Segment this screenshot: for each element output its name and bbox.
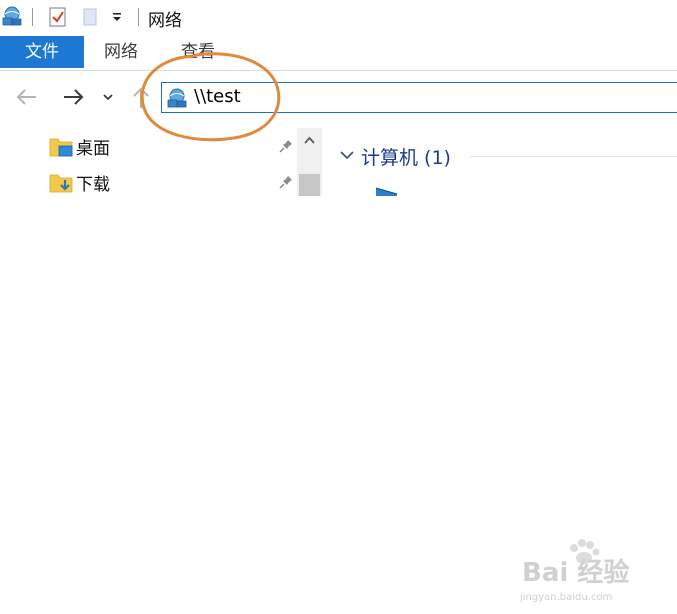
- downloads-folder-icon: [49, 174, 73, 193]
- pin-icon[interactable]: [278, 174, 294, 190]
- toolbar-separator: [138, 8, 139, 26]
- watermark-logo: Bai 经验 jingyan.baidu.com: [518, 538, 668, 608]
- network-icon[interactable]: [0, 4, 24, 28]
- navigation-pane: 桌面 下载: [0, 122, 325, 200]
- watermark-url: jingyan.baidu.com: [520, 592, 613, 603]
- scroll-up-arrow-icon[interactable]: [297, 128, 322, 154]
- pin-icon[interactable]: [278, 138, 294, 154]
- forward-arrow-icon[interactable]: [60, 82, 86, 112]
- customize-toolbar-dropdown-icon[interactable]: [111, 11, 123, 23]
- group-header-computers[interactable]: 计算机 (1): [336, 140, 677, 174]
- computer-icon[interactable]: [373, 184, 403, 196]
- chevron-down-icon[interactable]: [338, 146, 356, 164]
- back-arrow-icon[interactable]: [14, 82, 40, 112]
- tab-network[interactable]: 网络: [104, 36, 138, 68]
- nav-item-label: 下载: [76, 175, 110, 195]
- properties-icon[interactable]: [48, 6, 68, 28]
- recent-locations-chevron-icon[interactable]: [98, 82, 118, 112]
- group-title: 计算机 (1): [361, 147, 451, 169]
- nav-item-label: 桌面: [76, 139, 110, 159]
- window-title: 网络: [148, 11, 182, 31]
- toolbar-separator: [32, 8, 33, 26]
- tab-file[interactable]: 文件: [0, 36, 84, 68]
- desktop-folder-icon: [49, 138, 73, 157]
- watermark-brand: Bai 经验: [522, 558, 630, 588]
- group-divider: [470, 156, 677, 157]
- navigation-bar: \\test: [0, 74, 677, 122]
- nav-pane-scrollbar[interactable]: [297, 128, 322, 196]
- scrollbar-thumb[interactable]: [299, 174, 320, 196]
- ribbon-tabs: 文件 网络 查看: [0, 36, 677, 71]
- new-folder-icon[interactable]: [82, 7, 98, 27]
- nav-item-desktop[interactable]: 桌面: [48, 130, 298, 162]
- nav-item-downloads[interactable]: 下载: [48, 166, 298, 198]
- title-bar: 网络: [0, 0, 677, 36]
